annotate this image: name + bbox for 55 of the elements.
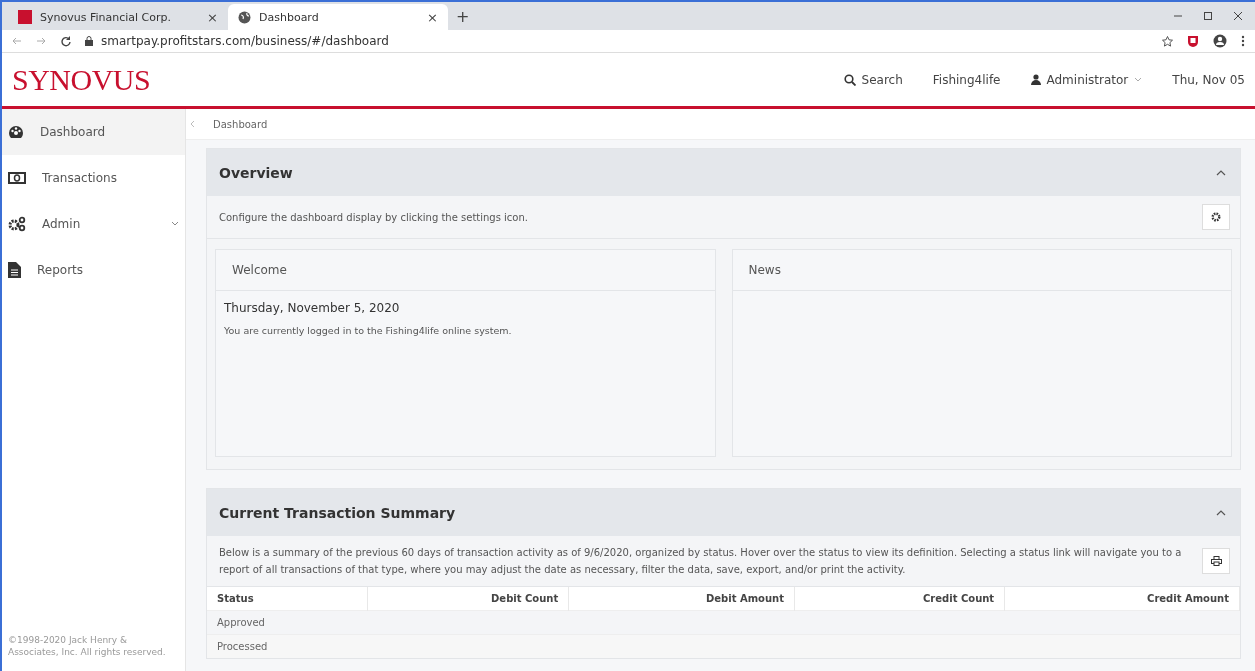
welcome-message: You are currently logged in to the Fishing4life online system. — [223, 325, 513, 336]
chevron-down-icon — [1134, 76, 1143, 83]
menu-icon[interactable] — [1241, 35, 1245, 47]
collapse-icon[interactable] — [1216, 509, 1226, 516]
print-button[interactable] — [1202, 548, 1230, 574]
panel-description: Below is a summary of the previous 60 days of transaction activity as of 9/6/2020, organized by status. Hover over the status to view its definition. Selecting a status link will navigate you to a report of all transactions of that type, where you may adjust the date as necessary, filter the data, save, export, and/or print the activity. — [219, 546, 1182, 577]
welcome-date: Thursday, November 5, 2020 — [223, 300, 401, 317]
close-tab-button[interactable]: × — [427, 9, 438, 25]
breadcrumb: Dashboard — [213, 118, 268, 130]
company-link[interactable]: Fishing4life — [932, 72, 1001, 87]
sidebar-item[interactable]: Dashboard — [2, 109, 185, 155]
status-cell: Approved — [217, 617, 265, 628]
settings-icon — [1211, 212, 1221, 222]
panel-title: Overview — [219, 164, 293, 181]
column-header: Debit Amount — [568, 587, 795, 611]
user-menu[interactable]: Administrator — [1030, 72, 1143, 87]
widget-title: Welcome — [216, 250, 715, 291]
gears-icon — [8, 216, 26, 232]
column-header: Status — [207, 587, 368, 611]
sidebar-item[interactable]: Reports — [2, 247, 185, 293]
bank-logo[interactable]: SYNOVUS — [12, 62, 151, 97]
star-icon[interactable] — [1162, 35, 1173, 47]
printer-icon — [1210, 556, 1222, 566]
browser-tab[interactable]: Dashboard × — [228, 4, 448, 30]
url-text[interactable]: smartpay.profitstars.com/business/#/dashboard — [101, 34, 389, 48]
panel-title: Current Transaction Summary — [219, 504, 456, 521]
banknote-icon — [8, 172, 26, 184]
status-cell: Processed — [217, 641, 268, 652]
widget-title: News — [732, 250, 1231, 291]
dashboard-icon — [8, 125, 24, 139]
new-tab-button[interactable]: + — [448, 7, 478, 30]
globe-icon — [238, 10, 251, 24]
maximize-icon[interactable] — [1203, 11, 1213, 21]
column-header: Credit Count — [794, 587, 1005, 611]
lock-icon — [85, 36, 93, 46]
column-header: Debit Count — [367, 587, 569, 611]
close-icon[interactable] — [1233, 11, 1243, 21]
document-icon — [8, 262, 21, 278]
search-button[interactable]: Search — [843, 72, 903, 87]
reload-icon[interactable] — [60, 35, 71, 47]
current-date: Thu, Nov 05 — [1172, 72, 1245, 87]
panel-description: Configure the dashboard display by clicking the settings icon. — [219, 210, 529, 225]
bank-logo-icon — [18, 10, 32, 24]
browser-tab[interactable]: Synovus Financial Corp. × — [8, 4, 228, 30]
column-header: Credit Amount — [1004, 587, 1240, 611]
sidebar-item[interactable]: Transactions — [2, 155, 185, 201]
settings-button[interactable] — [1202, 204, 1230, 230]
sidebar-item[interactable]: Admin — [2, 201, 185, 247]
close-tab-button[interactable]: × — [207, 9, 218, 25]
collapse-icon[interactable] — [1216, 169, 1226, 176]
copyright-text: ©1998-2020 Jack Henry & Associates, Inc. All rights reserved. — [7, 633, 167, 660]
account-icon[interactable] — [1213, 34, 1227, 48]
shield-icon[interactable] — [1187, 35, 1199, 47]
search-icon — [843, 73, 856, 86]
user-icon — [1030, 74, 1041, 85]
